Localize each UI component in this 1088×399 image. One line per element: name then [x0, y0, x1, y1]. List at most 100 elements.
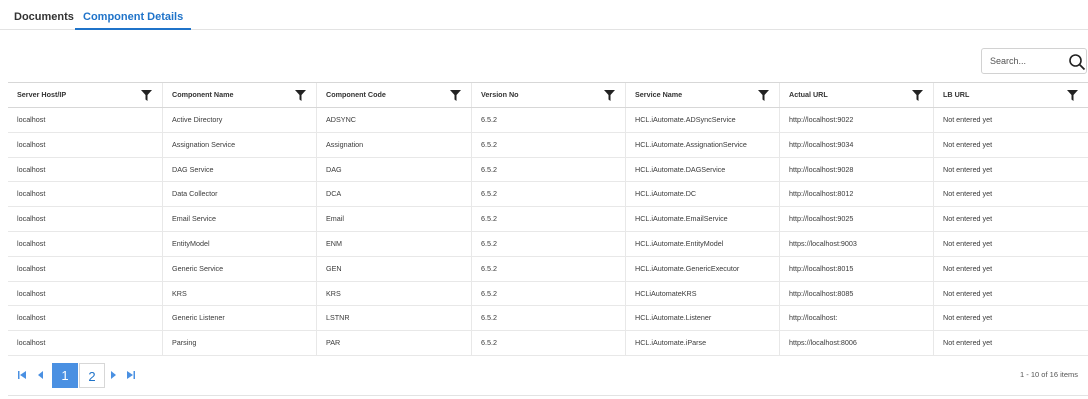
table-row[interactable]: localhost Data Collector DCA 6.5.2 HCL.iAuto…: [8, 182, 1088, 208]
cell-actual-url: http://localhost:9028: [779, 157, 933, 182]
column-header-label: LB URL: [943, 90, 970, 99]
filter-icon[interactable]: [604, 90, 615, 101]
filter-icon[interactable]: [912, 90, 923, 101]
filter-icon[interactable]: [758, 90, 769, 101]
table-row[interactable]: localhost DAG Service DAG 6.5.2 HCL.iAutomat…: [8, 157, 1088, 183]
cell-actual-url: https://localhost:9003: [779, 231, 933, 256]
cell-server-host: localhost: [17, 115, 46, 124]
cell-server-host: localhost: [17, 189, 46, 199]
cell-component-name: Parsing: [162, 331, 316, 355]
cell-lb-url: Not entered yet: [933, 108, 1088, 132]
column-header-label: Service Name: [635, 90, 683, 99]
next-page-icon[interactable]: [109, 368, 119, 382]
cell-service-name: HCL.iAutomate.DC: [625, 182, 779, 207]
column-header-lb-url[interactable]: LB URL: [933, 83, 1088, 107]
table-row[interactable]: localhost KRS KRS 6.5.2 HCLiAutomateKRS http:…: [8, 281, 1088, 307]
cell-component-name: Data Collector: [162, 182, 316, 207]
cell-component-name: Generic Service: [162, 256, 316, 281]
cell-lb-url: Not entered yet: [933, 231, 1088, 256]
tab-component-details[interactable]: Component Details: [75, 0, 192, 30]
cell-component-code: DAG: [316, 157, 471, 182]
cell-server-host: localhost: [17, 139, 46, 149]
table-row[interactable]: localhost Assignation Service Assignation 6…: [8, 132, 1088, 158]
cell-component-name: Email Service: [162, 207, 316, 231]
cell-service-name: HCL.iAutomate.EmailService: [625, 207, 779, 231]
cell-version-no: 6.5.2: [471, 207, 625, 231]
cell-version-no: 6.5.2: [471, 306, 625, 331]
table-header-row: Server Host/IP Component Name Component Co…: [8, 83, 1088, 108]
column-header-component-name[interactable]: Component Name: [162, 83, 316, 107]
last-page-icon[interactable]: [126, 368, 136, 382]
component-grid: Server Host/IP Component Name Component Co…: [8, 82, 1088, 356]
cell-component-code: KRS: [316, 281, 471, 306]
cell-component-code: LSTNR: [316, 306, 471, 331]
first-page-icon[interactable]: [17, 368, 27, 382]
cell-actual-url: https://localhost:8006: [779, 331, 933, 355]
cell-actual-url: http://localhost:9022: [779, 108, 933, 132]
cell-server-host: localhost: [17, 263, 46, 273]
cell-version-no: 6.5.2: [471, 157, 625, 182]
cell-component-name: Assignation Service: [162, 132, 316, 157]
cell-actual-url: http://localhost:9025: [779, 207, 933, 231]
cell-server-host: localhost: [17, 214, 46, 224]
cell-service-name: HCLiAutomateKRS: [625, 281, 779, 306]
cell-version-no: 6.5.2: [471, 331, 625, 355]
cell-lb-url: Not entered yet: [933, 182, 1088, 207]
table-row[interactable]: localhost Active Directory ADSYNC 6.5.2 HCL.…: [8, 108, 1088, 133]
table-row[interactable]: localhost EntityModel ENM 6.5.2 HCL.iAutomat…: [8, 231, 1088, 257]
column-header-server-host[interactable]: Server Host/IP: [8, 83, 162, 107]
column-header-label: Component Name: [172, 90, 234, 99]
search-input[interactable]: [990, 53, 1062, 69]
previous-page-icon[interactable]: [35, 368, 45, 382]
cell-server-host: localhost: [17, 288, 46, 298]
cell-version-no: 6.5.2: [471, 108, 625, 132]
column-header-label: Version No: [481, 90, 519, 99]
table-row[interactable]: localhost Generic Service GEN 6.5.2 HCL.iAut…: [8, 256, 1088, 282]
cell-service-name: HCL.iAutomate.ADSyncService: [625, 108, 779, 132]
tab-bar: Documents Component Details: [0, 0, 1088, 30]
cell-actual-url: http://localhost:9034: [779, 132, 933, 157]
cell-component-code: Assignation: [316, 132, 471, 157]
pager: 1 2 1 - 10 of 16 items: [8, 356, 1088, 396]
cell-version-no: 6.5.2: [471, 256, 625, 281]
search-box: [981, 48, 1087, 74]
cell-service-name: HCL.iAutomate.Listener: [625, 306, 779, 331]
cell-lb-url: Not entered yet: [933, 306, 1088, 331]
table-row[interactable]: localhost Email Service Email 6.5.2 HCL.iAut…: [8, 207, 1088, 232]
items-count: 1 - 10 of 16 items: [1020, 370, 1078, 379]
cell-component-name: Active Directory: [162, 108, 316, 132]
table-row[interactable]: localhost Parsing PAR 6.5.2 HCL.iAutomate.iP…: [8, 331, 1088, 356]
column-header-service-name[interactable]: Service Name: [625, 83, 779, 107]
search-icon[interactable]: [1068, 53, 1086, 71]
cell-server-host: localhost: [17, 164, 46, 174]
cell-actual-url: http://localhost:8012: [779, 182, 933, 207]
cell-version-no: 6.5.2: [471, 132, 625, 157]
cell-component-code: DCA: [316, 182, 471, 207]
cell-version-no: 6.5.2: [471, 182, 625, 207]
cell-lb-url: Not entered yet: [933, 331, 1088, 355]
table-row[interactable]: localhost Generic Listener LSTNR 6.5.2 HCL.i…: [8, 306, 1088, 332]
filter-icon[interactable]: [450, 90, 461, 101]
cell-version-no: 6.5.2: [471, 281, 625, 306]
tab-documents[interactable]: Documents: [6, 0, 82, 30]
column-header-label: Component Code: [326, 90, 386, 99]
cell-component-code: PAR: [316, 331, 471, 355]
cell-actual-url: http://localhost:8085: [779, 281, 933, 306]
cell-component-code: GEN: [316, 256, 471, 281]
filter-icon[interactable]: [295, 90, 306, 101]
cell-server-host: localhost: [17, 338, 46, 348]
page-1-button[interactable]: 1: [52, 363, 78, 388]
filter-icon[interactable]: [141, 90, 152, 101]
cell-lb-url: Not entered yet: [933, 281, 1088, 306]
cell-server-host: localhost: [17, 238, 46, 248]
cell-version-no: 6.5.2: [471, 231, 625, 256]
page-2-button[interactable]: 2: [79, 363, 105, 388]
column-header-component-code[interactable]: Component Code: [316, 83, 471, 107]
column-header-label: Server Host/IP: [17, 90, 67, 99]
column-header-actual-url[interactable]: Actual URL: [779, 83, 933, 107]
filter-icon[interactable]: [1067, 90, 1078, 101]
cell-service-name: HCL.iAutomate.AssignationService: [625, 132, 779, 157]
cell-component-code: Email: [316, 207, 471, 231]
column-header-version-no[interactable]: Version No: [471, 83, 625, 107]
cell-lb-url: Not entered yet: [933, 132, 1088, 157]
